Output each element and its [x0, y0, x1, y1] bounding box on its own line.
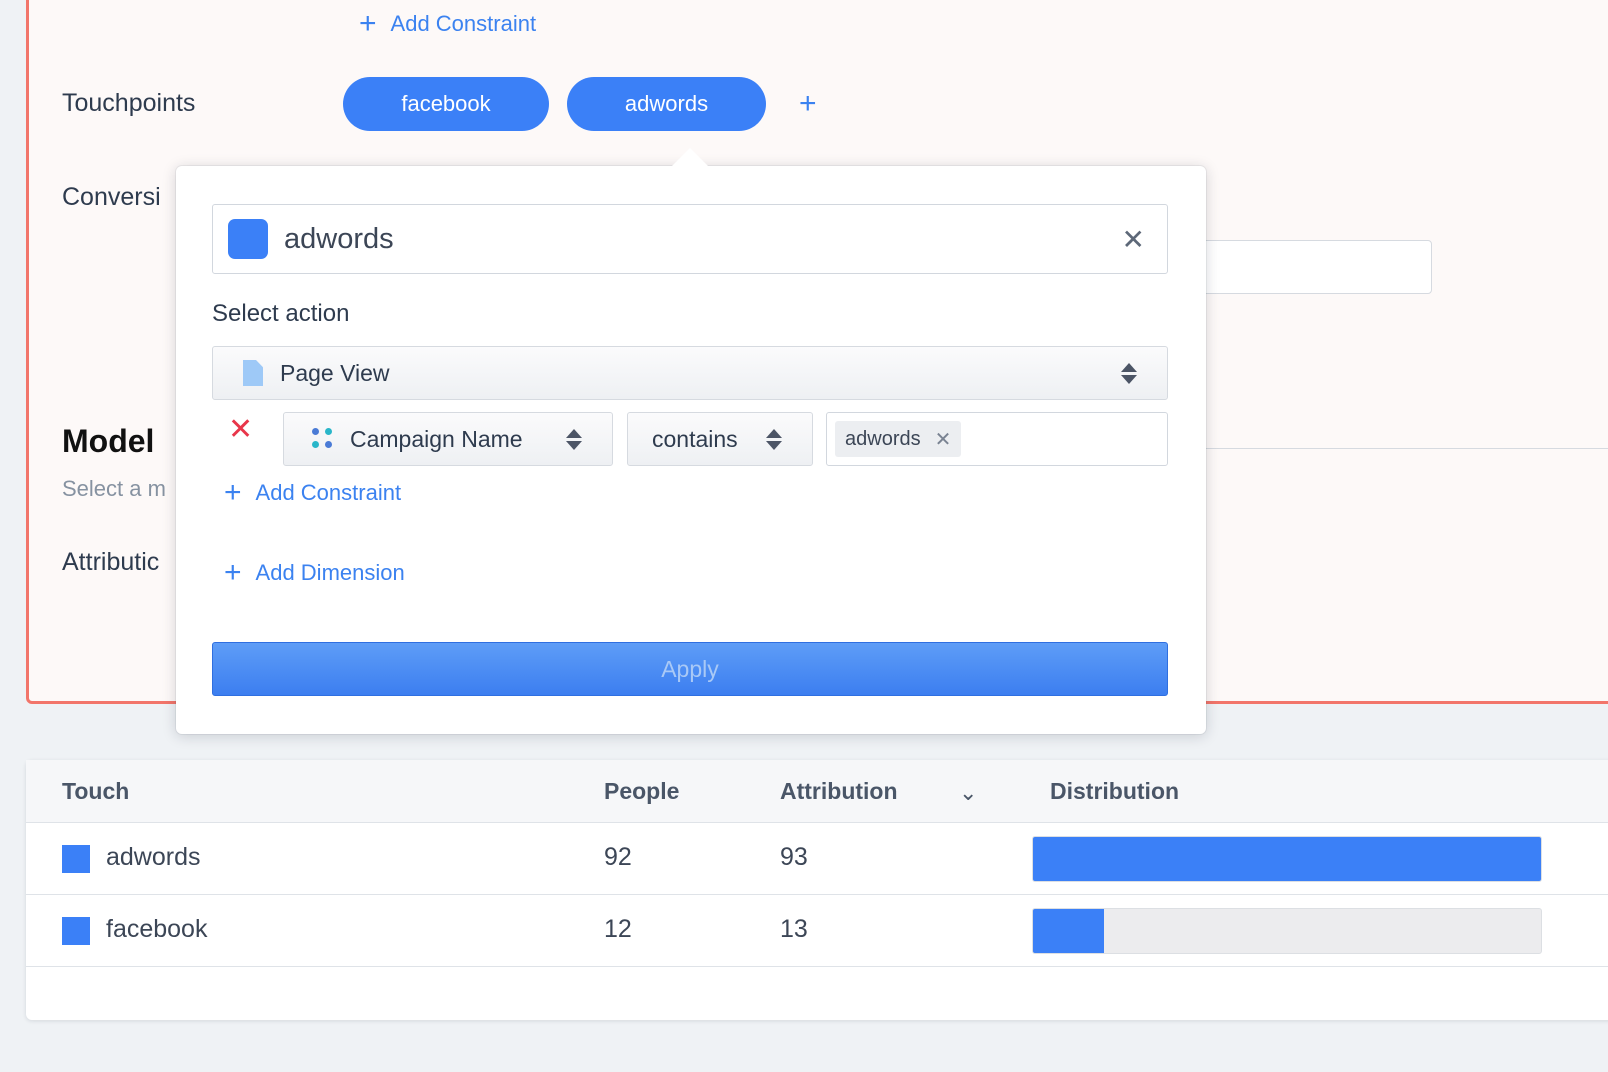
cell-attribution: 93: [780, 843, 808, 871]
header-attribution[interactable]: Attribution: [780, 778, 898, 805]
color-swatch: [62, 845, 90, 873]
plus-icon: +: [359, 7, 377, 40]
table-row[interactable]: facebook 12 13: [26, 895, 1608, 967]
value-tag: adwords ✕: [835, 421, 962, 457]
distribution-bar-fill: [1033, 837, 1541, 881]
remove-tag-icon[interactable]: ✕: [935, 427, 952, 452]
touchpoints-label: Touchpoints: [62, 89, 196, 117]
page-icon: [243, 360, 263, 386]
action-select[interactable]: Page View: [212, 346, 1168, 400]
add-dimension-label: Add Dimension: [255, 560, 405, 585]
add-constraint-label: Add Constraint: [255, 480, 402, 505]
remove-constraint-icon[interactable]: ✕: [228, 412, 253, 447]
table-header: Touch People Attribution ⌄ Distribution: [26, 760, 1608, 823]
header-distribution[interactable]: Distribution: [1050, 778, 1179, 805]
add-touchpoint-button[interactable]: +: [799, 89, 817, 119]
distribution-bar-fill: [1033, 909, 1105, 953]
table-row[interactable]: adwords 92 93: [26, 823, 1608, 895]
touchpoint-name-text[interactable]: adwords: [284, 223, 1122, 256]
property-select[interactable]: Campaign Name: [283, 412, 613, 466]
constraint-value-input[interactable]: adwords ✕: [826, 412, 1168, 466]
close-icon[interactable]: ✕: [1122, 223, 1145, 256]
select-arrows-icon: [566, 428, 582, 450]
divider: [1198, 448, 1608, 449]
apply-button[interactable]: Apply: [212, 642, 1168, 696]
select-action-label: Select action: [212, 300, 350, 327]
add-dimension-link[interactable]: + Add Dimension: [224, 558, 405, 588]
results-table: Touch People Attribution ⌄ Distribution …: [26, 760, 1608, 1020]
touchpoint-pill-facebook[interactable]: facebook: [343, 77, 549, 131]
model-subtitle: Select a m: [62, 476, 166, 501]
touchpoint-edit-popover: adwords ✕ Select action Page View ✕ Camp…: [176, 166, 1206, 734]
select-arrows-icon: [766, 428, 782, 450]
property-icon: [312, 428, 334, 450]
model-title: Model: [62, 423, 155, 459]
select-arrows-icon: [1121, 362, 1137, 384]
header-people[interactable]: People: [604, 778, 679, 805]
operator-select-value: contains: [652, 425, 738, 452]
plus-icon: +: [799, 87, 817, 120]
conversion-label: Conversi: [62, 183, 161, 211]
add-constraint-link[interactable]: + Add Constraint: [224, 478, 401, 508]
touchpoint-name-field[interactable]: adwords ✕: [212, 204, 1168, 274]
cell-people: 92: [604, 843, 632, 871]
property-select-value: Campaign Name: [350, 425, 523, 452]
popover-arrow: [672, 148, 708, 166]
distribution-bar: [1032, 908, 1542, 954]
chevron-down-icon[interactable]: ⌄: [959, 780, 977, 806]
plus-icon: +: [224, 556, 242, 589]
operator-select[interactable]: contains: [627, 412, 813, 466]
cell-touch: facebook: [106, 915, 208, 943]
color-swatch[interactable]: [228, 219, 268, 259]
top-add-constraint-label: Add Constraint: [390, 11, 537, 36]
cell-attribution: 13: [780, 915, 808, 943]
distribution-bar: [1032, 836, 1542, 882]
action-select-value: Page View: [280, 359, 390, 386]
header-touch[interactable]: Touch: [62, 778, 129, 805]
touchpoint-pill-adwords[interactable]: adwords: [567, 77, 766, 131]
color-swatch: [62, 917, 90, 945]
value-tag-label: adwords: [845, 427, 921, 450]
cell-people: 12: [604, 915, 632, 943]
conversion-input[interactable]: [1170, 240, 1432, 294]
top-add-constraint-link[interactable]: + Add Constraint: [359, 9, 536, 39]
cell-touch: adwords: [106, 843, 201, 871]
attribution-label: Attributic: [62, 548, 160, 576]
plus-icon: +: [224, 476, 242, 509]
